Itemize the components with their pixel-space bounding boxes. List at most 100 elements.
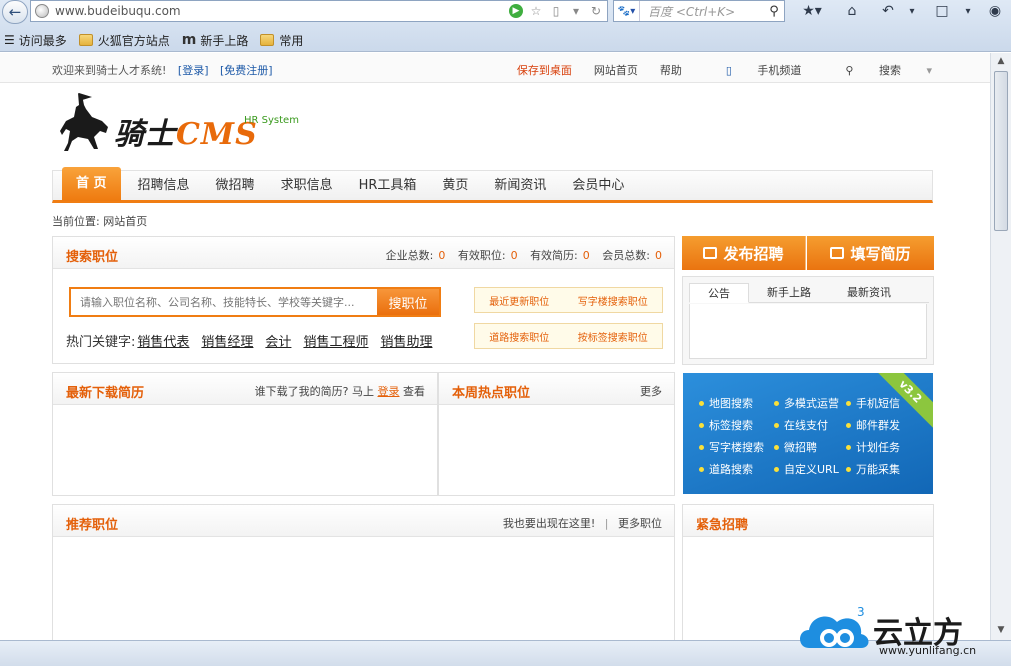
crop-icon[interactable]: □ <box>930 0 954 22</box>
bookmark-menu-icon[interactable]: ★▾ <box>795 0 829 22</box>
hot-jobs-title: 本周热点职位 <box>452 386 531 401</box>
home-link[interactable]: 网站首页 <box>594 62 638 78</box>
url-text[interactable]: www.budeibuqu.com <box>55 4 507 18</box>
tag-search-link[interactable]: 按标签搜索职位 <box>578 329 648 344</box>
scroll-down-icon[interactable]: ▼ <box>995 625 1007 637</box>
vertical-scrollbar[interactable]: ▲ ▼ <box>990 53 1011 640</box>
search-panel: 搜索职位 企业总数: 0 有效职位: 0 有效简历: 0 会员总数: 0 搜职位 热门关… <box>52 236 675 364</box>
stat-label: 有效职位: <box>457 249 506 262</box>
bookmark-label: 新手上路 <box>200 33 249 48</box>
bookmark-label: 常用 <box>279 33 304 48</box>
feature-item: 万能采集 <box>846 461 918 477</box>
nav-hr-tools[interactable]: HR工具箱 <box>346 171 430 201</box>
feature-item: 微招聘 <box>774 439 846 455</box>
nav-home[interactable]: 首 页 <box>62 167 121 201</box>
nav-micro-recruit[interactable]: 微招聘 <box>203 171 268 201</box>
nav-jobs[interactable]: 招聘信息 <box>125 171 203 201</box>
quick-search-box: 道路搜索职位 按标签搜索职位 <box>474 323 663 349</box>
knight-horse-icon <box>60 93 108 151</box>
search-jobs-button[interactable]: 搜职位 <box>377 289 439 315</box>
resume-login-link[interactable]: 登录 <box>378 385 400 398</box>
site-logo[interactable]: 骑士CMS HR System <box>52 91 312 157</box>
notice-content <box>689 304 927 359</box>
top-links: 保存到桌面 网站首页 帮助 ▯ 手机频道 ⚲ 搜索 ▾ <box>495 62 932 78</box>
page-viewport: 欢迎来到骑士人才系统! [登录] [免费注册] 保存到桌面 网站首页 帮助 ▯ … <box>0 53 990 640</box>
stat-value: 0 <box>582 249 590 262</box>
magnifier-icon[interactable]: ⚲ <box>764 4 784 19</box>
mobile-link[interactable]: ▯ 手机频道 <box>704 62 802 78</box>
search-link[interactable]: ⚲ 搜索 ▾ <box>823 62 932 78</box>
login-link[interactable]: [登录] <box>178 64 209 77</box>
appear-here-link[interactable]: 我也要出现在这里! <box>503 517 595 530</box>
folder-icon <box>260 34 275 46</box>
site-topbar: 欢迎来到骑士人才系统! [登录] [免费注册] 保存到桌面 网站首页 帮助 ▯ … <box>0 53 990 83</box>
chat-bubble-icon <box>703 247 718 259</box>
bookmark-label: 访问最多 <box>18 33 67 48</box>
hot-keyword-link[interactable]: 销售助理 <box>380 331 432 350</box>
job-search-input[interactable] <box>71 289 377 315</box>
logo-title: 骑士CMS <box>114 109 258 153</box>
reload-icon[interactable]: ↻ <box>587 2 605 20</box>
back-button[interactable]: ← <box>2 0 28 24</box>
tab-getting-started[interactable]: 新手上路 <box>749 283 829 302</box>
browser-search-bar[interactable]: 🐾▾ 百度 <Ctrl+K> ⚲ <box>613 0 785 22</box>
road-search-link[interactable]: 道路搜索职位 <box>489 329 549 344</box>
fill-resume-button[interactable]: 填写简历 <box>807 236 934 270</box>
browser-search-placeholder[interactable]: 百度 <Ctrl+K> <box>640 3 764 20</box>
feature-item: 邮件群发 <box>846 417 918 433</box>
crop-dropdown-icon[interactable]: ▾ <box>960 0 976 22</box>
stat-value: 0 <box>655 249 662 262</box>
save-desktop-link[interactable]: 保存到桌面 <box>517 62 572 78</box>
watermark: 3 云立方 www.yunlifang.cn <box>795 604 995 662</box>
bookmark-common[interactable]: 常用 <box>260 32 303 49</box>
urgent-header: 紧急招聘 <box>683 505 933 537</box>
hot-keyword-link[interactable]: 销售经理 <box>201 331 253 350</box>
office-search-link[interactable]: 写字楼搜索职位 <box>578 293 648 308</box>
help-link[interactable]: 帮助 <box>660 62 682 78</box>
star-icon[interactable]: ☆ <box>527 2 545 20</box>
nav-yellow-pages[interactable]: 黄页 <box>429 171 481 201</box>
tab-latest-news[interactable]: 最新资讯 <box>829 283 909 302</box>
tab-announcement[interactable]: 公告 <box>689 283 749 303</box>
hot-keyword-link[interactable]: 销售代表 <box>137 331 189 350</box>
watermark-url: www.yunlifang.cn <box>879 644 977 657</box>
hot-jobs-more-link[interactable]: 更多 <box>640 383 662 399</box>
publish-job-button[interactable]: 发布招聘 <box>682 236 806 270</box>
recent-jobs-link[interactable]: 最近更新职位 <box>489 293 549 308</box>
search-panel-header: 搜索职位 企业总数: 0 有效职位: 0 有效简历: 0 会员总数: 0 <box>53 237 674 269</box>
welcome-text: 欢迎来到骑士人才系统! [登录] [免费注册] <box>52 62 273 78</box>
hot-keyword-link[interactable]: 会计 <box>265 331 291 350</box>
phone-icon[interactable]: ▯ <box>547 2 565 20</box>
search-panel-title: 搜索职位 <box>66 250 119 265</box>
feature-promo-banner[interactable]: v3.2 地图搜索 多模式运营 手机短信 标签搜索 在线支付 邮件群发 写字楼搜… <box>683 373 933 494</box>
feature-list: 地图搜索 多模式运营 手机短信 标签搜索 在线支付 邮件群发 写字楼搜索 微招聘… <box>699 395 918 477</box>
resume-note-text: 谁下载了我的简历? 马上 <box>254 385 374 398</box>
nav-news[interactable]: 新闻资讯 <box>481 171 559 201</box>
bookmark-getting-started[interactable]: m 新手上路 <box>182 32 249 49</box>
go-icon[interactable]: ▶ <box>507 2 525 20</box>
register-link[interactable]: [免费注册] <box>220 64 273 77</box>
folder-icon <box>78 34 93 46</box>
undo-icon[interactable]: ↶ <box>876 0 900 22</box>
baidu-icon[interactable]: 🐾▾ <box>614 1 640 21</box>
dropdown-icon[interactable]: ▾ <box>567 2 585 20</box>
scroll-up-icon[interactable]: ▲ <box>995 56 1007 68</box>
chevron-down-icon: ▾ <box>922 64 932 77</box>
cloud-logo-icon: 3 <box>800 605 869 648</box>
nav-member-center[interactable]: 会员中心 <box>559 171 637 201</box>
more-jobs-link[interactable]: 更多职位 <box>618 517 662 530</box>
svg-text:3: 3 <box>857 605 865 619</box>
address-bar[interactable]: www.budeibuqu.com ▶ ☆ ▯ ▾ ↻ <box>30 0 608 22</box>
home-icon[interactable]: ⌂ <box>840 0 864 22</box>
scroll-thumb[interactable] <box>994 71 1008 231</box>
undo-dropdown-icon[interactable]: ▾ <box>904 0 920 22</box>
hot-keyword-link[interactable]: 销售工程师 <box>303 331 368 350</box>
bookmark-label: 火狐官方站点 <box>97 33 170 48</box>
feature-item: 标签搜索 <box>699 417 774 433</box>
m-icon: m <box>181 32 197 48</box>
nav-resumes[interactable]: 求职信息 <box>268 171 346 201</box>
chat-icon[interactable]: ◉ <box>984 0 1006 22</box>
quick-search-box: 最近更新职位 写字楼搜索职位 <box>474 287 663 313</box>
bookmark-most-visited[interactable]: ☰ 访问最多 <box>4 32 67 49</box>
bookmark-firefox[interactable]: 火狐官方站点 <box>78 32 170 49</box>
